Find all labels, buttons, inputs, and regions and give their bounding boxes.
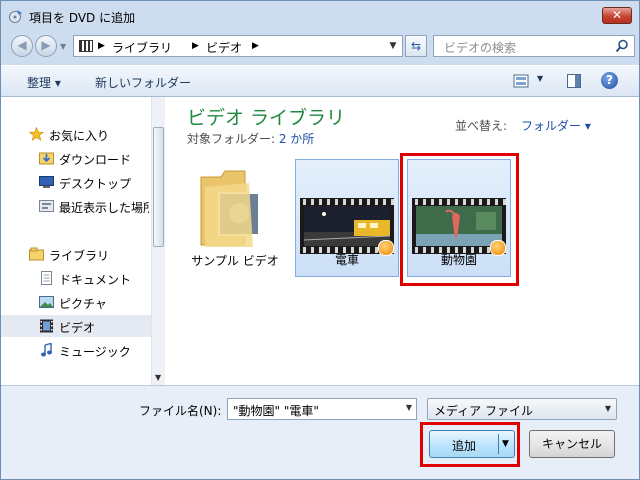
sidebar-item-videos[interactable]: ビデオ (1, 315, 151, 337)
navigation-pane: お気に入り ダウンロード デスクトップ 最近表示した場所 ライブラリ ドキュメン… (1, 97, 151, 385)
library-locations-link[interactable]: 2 か所 (279, 132, 314, 146)
breadcrumb-libraries[interactable]: ライブラリ (112, 39, 172, 56)
new-folder-button[interactable]: 新しいフォルダー (95, 74, 191, 91)
sidebar-item-label: ドキュメント (59, 273, 132, 287)
change-view-icon[interactable] (513, 74, 529, 88)
download-folder-icon (39, 152, 54, 165)
breadcrumb-separator-icon[interactable]: ▶ (252, 41, 259, 51)
close-button[interactable]: ✕ (602, 7, 632, 24)
library-locations: 対象フォルダー: 2 か所 (187, 130, 314, 147)
navigation-pane-scrollbar[interactable]: ▼ (151, 97, 165, 385)
library-title: ビデオ ライブラリ (187, 107, 346, 129)
filename-dropdown-icon[interactable]: ▼ (406, 403, 412, 412)
search-box[interactable]: ビデオの検索 (433, 35, 635, 57)
back-button[interactable]: ◀ (11, 35, 33, 57)
address-dropdown-icon[interactable]: ▼ (386, 39, 400, 53)
filetype-select[interactable]: メディア ファイル ▼ (427, 398, 617, 420)
forward-arrow-icon: ▶ (41, 38, 51, 52)
breadcrumb-separator-icon[interactable]: ▶ (98, 41, 105, 51)
breadcrumb-videos[interactable]: ビデオ (206, 39, 242, 56)
dvd-maker-icon (9, 10, 22, 23)
history-dropdown-icon[interactable]: ▼ (60, 42, 66, 51)
forward-button[interactable]: ▶ (35, 35, 57, 57)
video-library-icon (79, 40, 93, 52)
preview-pane-icon[interactable] (567, 74, 581, 88)
title-bar: 項目を DVD に追加 ✕ (1, 1, 639, 31)
music-icon (41, 343, 52, 357)
filename-value[interactable]: "動物園" "電車" (233, 402, 319, 419)
sidebar-item-label: お気に入り (49, 129, 110, 143)
arrange-by-dropdown[interactable]: フォルダー ▾ (521, 117, 591, 134)
sidebar-item-label: ミュージック (59, 345, 131, 359)
address-bar[interactable]: ▶ ライブラリ ▶ ビデオ ▶ ▼ (73, 35, 403, 57)
sidebar-item-label: ピクチャ (59, 297, 107, 311)
video-item-label: 電車 (334, 253, 359, 267)
folder-icon (200, 170, 260, 247)
star-icon (29, 127, 44, 141)
sidebar-item-pictures[interactable]: ピクチャ (1, 291, 151, 313)
view-options-dropdown-icon[interactable]: ▼ (537, 74, 543, 83)
scrollbar-thumb[interactable] (153, 127, 164, 247)
sidebar-item-recent-places[interactable]: 最近表示した場所 (1, 195, 151, 217)
back-arrow-icon: ◀ (17, 38, 27, 52)
refresh-icon: ⇆ (410, 39, 422, 53)
library-icon (29, 247, 44, 261)
window-title: 項目を DVD に追加 (29, 11, 136, 25)
sidebar-item-music[interactable]: ミュージック (1, 339, 151, 361)
highlight-box-zoo-item (400, 153, 519, 286)
help-icon[interactable]: ? (601, 72, 618, 89)
sidebar-item-label: ダウンロード (59, 153, 132, 167)
command-bar: 整理 ▾ 新しいフォルダー ▼ ? (1, 65, 639, 97)
sidebar-item-label: 最近表示した場所 (59, 201, 149, 215)
folder-item-label: サンプル ビデオ (191, 254, 279, 268)
scroll-down-icon[interactable]: ▼ (155, 373, 161, 382)
organize-button[interactable]: 整理 ▾ (27, 74, 61, 91)
train-thumbnail-icon (304, 206, 390, 246)
video-thumbnail (300, 198, 394, 256)
sidebar-item-label: デスクトップ (59, 177, 132, 191)
sidebar-item-favorites[interactable]: お気に入り (1, 123, 151, 145)
video-item-train[interactable]: 電車 (295, 159, 399, 277)
add-to-dvd-dialog: 項目を DVD に追加 ✕ ◀ ▶ ▼ ▶ ライブラリ ▶ ビデオ ▶ ▼ ⇆ … (0, 0, 640, 480)
sidebar-item-downloads[interactable]: ダウンロード (1, 147, 151, 169)
picture-icon (39, 296, 54, 308)
folder-item-sample-videos[interactable]: サンプル ビデオ (183, 159, 287, 277)
search-input[interactable]: ビデオの検索 (444, 39, 516, 56)
arrange-by-label: 並べ替え: (455, 119, 508, 133)
filename-input[interactable]: "動物園" "電車" ▼ (227, 398, 417, 420)
recent-places-icon (39, 200, 54, 212)
highlight-box-add-button (420, 422, 520, 467)
cancel-button[interactable]: キャンセル (529, 430, 615, 458)
browser-area: お気に入り ダウンロード デスクトップ 最近表示した場所 ライブラリ ドキュメン… (1, 97, 639, 385)
breadcrumb-separator-icon[interactable]: ▶ (192, 41, 199, 51)
sidebar-item-desktop[interactable]: デスクトップ (1, 171, 151, 193)
sidebar-item-label: ビデオ (59, 321, 96, 335)
document-icon (41, 271, 52, 285)
film-holes (300, 199, 394, 205)
filetype-value: メディア ファイル (434, 404, 533, 418)
sidebar-item-libraries[interactable]: ライブラリ (1, 243, 151, 265)
library-locations-label: 対象フォルダー: (187, 132, 279, 146)
filetype-dropdown-icon[interactable]: ▼ (605, 404, 611, 413)
filename-label: ファイル名(N): (139, 404, 222, 418)
sidebar-item-documents[interactable]: ドキュメント (1, 267, 151, 289)
search-icon[interactable] (615, 39, 629, 53)
desktop-icon (39, 176, 54, 188)
sidebar-item-label: ライブラリ (49, 249, 110, 263)
refresh-button[interactable]: ⇆ (405, 35, 427, 57)
video-icon (40, 319, 53, 333)
dialog-footer: ファイル名(N): "動物園" "電車" ▼ メディア ファイル ▼ 追加 ▼ … (1, 385, 639, 479)
navigation-bar: ◀ ▶ ▼ ▶ ライブラリ ▶ ビデオ ▶ ▼ ⇆ ビデオの検索 (7, 33, 635, 61)
